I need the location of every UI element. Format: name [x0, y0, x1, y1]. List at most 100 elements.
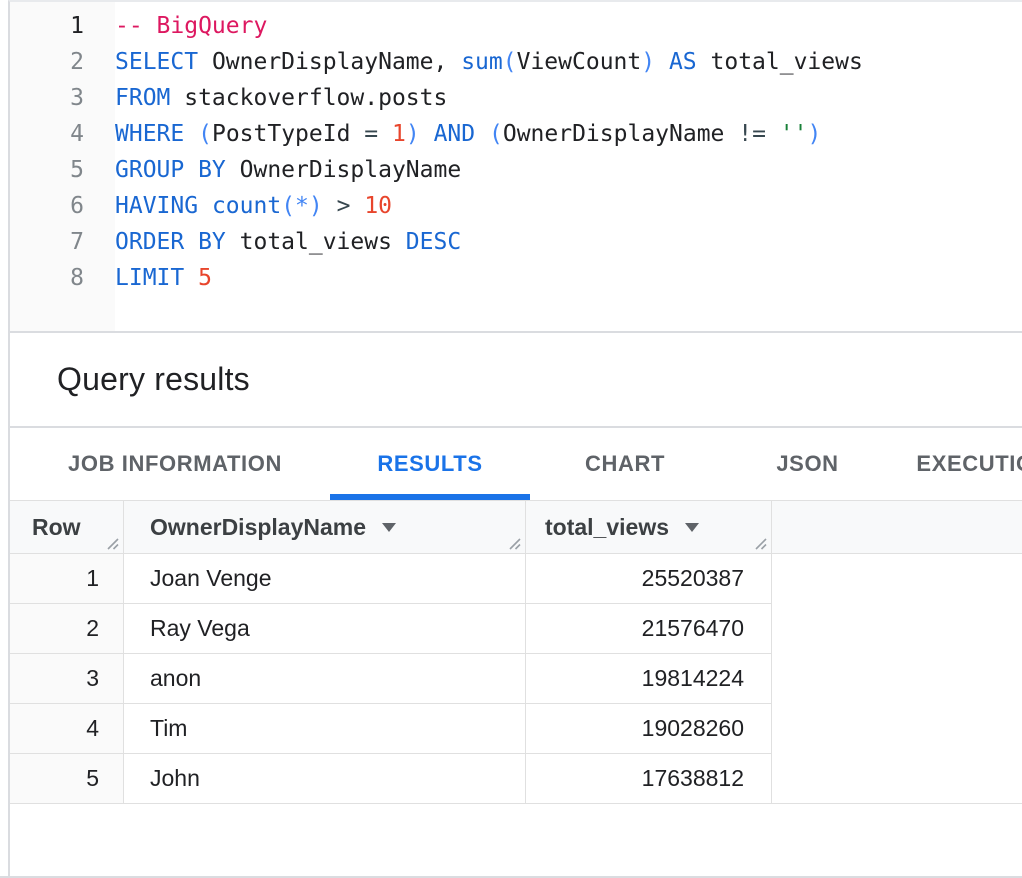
code-token-cmt: -- BigQuery — [115, 13, 267, 39]
code-token-op: > — [337, 193, 365, 219]
total-views-cell: 17638812 — [526, 754, 772, 804]
results-table-body: 1Joan Venge255203872Ray Vega215764703ano… — [10, 554, 1022, 804]
code-line[interactable]: GROUP BY OwnerDisplayName — [115, 152, 1022, 188]
table-row: 5John17638812 — [10, 754, 1022, 804]
filler-cell — [772, 654, 1022, 704]
owner-display-name-cell: John — [124, 754, 526, 804]
code-token-kw: GROUP BY — [115, 157, 226, 183]
total-views-cell: 19814224 — [526, 654, 772, 704]
code-line[interactable]: WHERE (PostTypeId = 1) AND (OwnerDisplay… — [115, 116, 1022, 152]
page-title: Query results — [57, 361, 250, 398]
code-token-pr: (*) — [281, 193, 323, 219]
code-token-op: = — [364, 121, 392, 147]
tab-job-information[interactable]: JOB INFORMATION — [20, 428, 330, 500]
code-token-pl — [420, 121, 434, 147]
line-number: 7 — [10, 224, 115, 260]
code-token-kw: sum — [461, 49, 503, 75]
code-line[interactable]: HAVING count(*) > 10 — [115, 188, 1022, 224]
table-row: 3anon19814224 — [10, 654, 1022, 704]
column-header-total-views[interactable]: total_views — [526, 501, 772, 553]
owner-display-name-cell: Tim — [124, 704, 526, 754]
total-views-cell: 19028260 — [526, 704, 772, 754]
row-number-cell: 2 — [10, 604, 124, 654]
code-token-kw: ORDER BY — [115, 229, 226, 255]
code-line[interactable]: LIMIT 5 — [115, 260, 1022, 296]
table-row: 4Tim19028260 — [10, 704, 1022, 754]
owner-display-name-cell: Joan Venge — [124, 554, 526, 604]
total-views-cell: 25520387 — [526, 554, 772, 604]
code-token-kw: count — [212, 193, 281, 219]
results-tab-bar: JOB INFORMATIONRESULTSCHARTJSONEXECUTION… — [10, 426, 1022, 501]
code-token-kw: SELECT — [115, 49, 198, 75]
code-token-pl: OwnerDisplayName — [226, 157, 461, 183]
code-token-pl: stackoverflow.posts — [170, 85, 447, 111]
column-resize-handle-icon[interactable] — [105, 536, 120, 551]
code-line[interactable]: SELECT OwnerDisplayName, sum(ViewCount) … — [115, 44, 1022, 80]
column-header-label: Row — [32, 514, 81, 541]
code-token-pl — [323, 193, 337, 219]
editor-code[interactable]: -- BigQuerySELECT OwnerDisplayName, sum(… — [115, 2, 1022, 331]
filler-cell — [772, 554, 1022, 604]
table-row: 2Ray Vega21576470 — [10, 604, 1022, 654]
column-resize-handle-icon[interactable] — [507, 536, 522, 551]
code-token-pr: ) — [406, 121, 420, 147]
code-token-pl: OwnerDisplayName, — [198, 49, 461, 75]
code-token-pl: ViewCount — [517, 49, 642, 75]
code-token-pr: ( — [503, 49, 517, 75]
code-token-pr: ( — [198, 121, 212, 147]
row-number-cell: 3 — [10, 654, 124, 704]
row-number-cell: 1 — [10, 554, 124, 604]
line-number: 6 — [10, 188, 115, 224]
total-views-cell: 21576470 — [526, 604, 772, 654]
code-token-op: != — [738, 121, 780, 147]
tab-json[interactable]: JSON — [720, 428, 895, 500]
code-line[interactable]: ORDER BY total_views DESC — [115, 224, 1022, 260]
column-header-label: OwnerDisplayName — [150, 514, 366, 541]
code-token-pl: total_views — [697, 49, 863, 75]
code-token-pr: ( — [489, 121, 503, 147]
sql-editor[interactable]: 12345678 -- BigQuerySELECT OwnerDisplayN… — [10, 2, 1022, 331]
code-token-pl: total_views — [226, 229, 406, 255]
results-header: Query results — [10, 331, 1022, 426]
code-token-pl — [184, 265, 198, 291]
line-number: 4 — [10, 116, 115, 152]
table-row: 1Joan Venge25520387 — [10, 554, 1022, 604]
code-token-pl — [655, 49, 669, 75]
code-line[interactable]: FROM stackoverflow.posts — [115, 80, 1022, 116]
tab-execution-details[interactable]: EXECUTION DETAILS — [895, 428, 1022, 500]
code-token-pl — [198, 193, 212, 219]
code-token-kw: WHERE — [115, 121, 184, 147]
code-line[interactable]: -- BigQuery — [115, 8, 1022, 44]
owner-display-name-cell: anon — [124, 654, 526, 704]
column-header-ownerdisplayname[interactable]: OwnerDisplayName — [124, 501, 526, 553]
filler-cell — [772, 604, 1022, 654]
row-number-cell: 5 — [10, 754, 124, 804]
code-token-pr: ) — [641, 49, 655, 75]
tab-chart[interactable]: CHART — [530, 428, 720, 500]
code-token-num: 1 — [392, 121, 406, 147]
code-token-pl — [184, 121, 198, 147]
line-number: 1 — [10, 8, 115, 44]
code-token-pl: PostTypeId — [212, 121, 364, 147]
row-number-cell: 4 — [10, 704, 124, 754]
code-token-num: 5 — [198, 265, 212, 291]
line-number: 2 — [10, 44, 115, 80]
column-menu-dropdown-icon[interactable] — [382, 523, 396, 532]
code-token-pl — [475, 121, 489, 147]
line-number: 5 — [10, 152, 115, 188]
code-token-kw: LIMIT — [115, 265, 184, 291]
filler-cell — [772, 754, 1022, 804]
code-token-kw: DESC — [406, 229, 461, 255]
line-number: 3 — [10, 80, 115, 116]
column-header-filler — [772, 501, 1022, 553]
column-resize-handle-icon[interactable] — [753, 536, 768, 551]
line-number: 8 — [10, 260, 115, 296]
code-token-pr: ) — [808, 121, 822, 147]
code-token-kw: AND — [434, 121, 476, 147]
column-menu-dropdown-icon[interactable] — [685, 523, 699, 532]
tab-results[interactable]: RESULTS — [330, 428, 530, 500]
results-table-header: Row OwnerDisplayName total_views — [10, 501, 1022, 554]
code-token-str: '' — [780, 121, 808, 147]
editor-gutter: 12345678 — [10, 2, 115, 331]
code-token-kw: FROM — [115, 85, 170, 111]
